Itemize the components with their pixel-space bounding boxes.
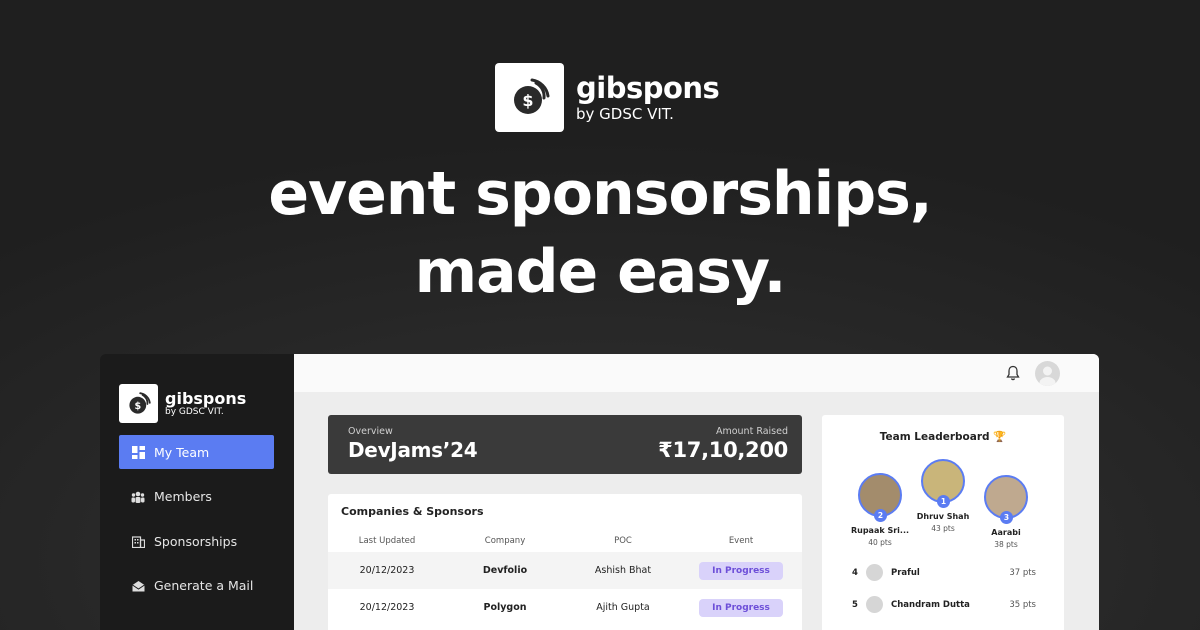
rank-badge: 1 — [937, 495, 950, 508]
rank-badge: 3 — [1000, 511, 1013, 524]
cell-company: Polygon — [483, 602, 527, 613]
top-bar — [294, 354, 1099, 392]
cell-date: 20/12/2023 — [359, 602, 415, 613]
companies-title: Companies & Sponsors — [341, 505, 484, 518]
app-window: $ gibspons by GDSC VIT. My Team Members — [100, 354, 1099, 630]
sidebar-brand-name: gibspons — [165, 388, 247, 408]
amount-raised-label: Amount Raised — [715, 426, 788, 437]
status-badge: In Progress — [699, 598, 783, 617]
podium-second[interactable]: 2 Rupaak Sri... 40 pts — [846, 473, 914, 547]
amount-raised-value: ₹17,10,200 — [658, 438, 788, 462]
podium-name: Aarabi — [991, 528, 1021, 537]
companies-table-card: Companies & Sponsors Last Updated Compan… — [328, 494, 802, 630]
main-content: Overview DevJams’24 Amount Raised ₹17,10… — [294, 354, 1099, 630]
avatar: 1 — [921, 459, 965, 508]
sidebar-item-sponsorships[interactable]: Sponsorships — [119, 524, 274, 558]
leaderboard-card: Team Leaderboard 🏆 2 Rupaak Sri... 40 pt… — [822, 415, 1064, 630]
leaderboard-row[interactable]: 4 Praful 37 pts — [852, 564, 1036, 581]
podium-first[interactable]: 1 Dhruv Shah 43 pts — [909, 459, 977, 533]
table-row[interactable]: 20/12/2023 Devfolio Ashish Bhat In Progr… — [328, 552, 802, 589]
hero-headline: event sponsorships, made easy. — [0, 155, 1200, 311]
rank-number: 5 — [852, 599, 858, 610]
member-name: Chandram Dutta — [891, 599, 970, 610]
avatar — [866, 564, 883, 581]
sidebar-item-label: Generate a Mail — [154, 578, 254, 593]
sidebar-item-label: Members — [154, 489, 212, 504]
column-header: Company — [484, 536, 526, 546]
bell-icon[interactable] — [1006, 365, 1020, 385]
member-points: 37 pts — [1009, 567, 1036, 578]
svg-text:$: $ — [134, 400, 141, 411]
member-points: 35 pts — [1009, 599, 1036, 610]
grid-icon — [131, 445, 145, 459]
brand-byline: by GDSC VIT. — [576, 104, 674, 123]
dollar-coin-icon: $ — [119, 384, 158, 423]
sidebar-brand-byline: by GDSC VIT. — [165, 406, 224, 417]
podium-points: 43 pts — [931, 524, 955, 533]
sidebar-brand: $ gibspons by GDSC VIT. — [119, 384, 294, 423]
column-header: Last Updated — [358, 536, 416, 546]
avatar[interactable] — [1035, 361, 1060, 386]
column-header: POC — [614, 536, 632, 546]
avatar: 2 — [858, 473, 902, 522]
brand-header: $ gibspons by GDSC VIT. — [495, 63, 720, 132]
member-name: Praful — [891, 567, 920, 578]
column-header: Event — [728, 536, 754, 546]
leaderboard-row[interactable]: 5 Chandram Dutta 35 pts — [852, 596, 1036, 613]
overview-card: Overview DevJams’24 Amount Raised ₹17,10… — [328, 415, 802, 474]
brand-name: gibspons — [576, 70, 720, 105]
rank-number: 4 — [852, 567, 858, 578]
table-header: Last Updated Company POC Event — [328, 530, 802, 552]
status-badge: In Progress — [699, 561, 783, 580]
hero-line-1: event sponsorships, — [268, 159, 932, 229]
sidebar: $ gibspons by GDSC VIT. My Team Members — [100, 354, 294, 630]
dollar-coin-icon: $ — [495, 63, 564, 132]
rank-badge: 2 — [874, 509, 887, 522]
mail-icon — [131, 579, 145, 593]
podium-name: Dhruv Shah — [916, 512, 970, 521]
avatar — [866, 596, 883, 613]
cell-company: Devfolio — [482, 565, 528, 576]
cell-date: 20/12/2023 — [359, 565, 415, 576]
sidebar-item-label: Sponsorships — [154, 533, 238, 549]
sidebar-item-label: My Team — [154, 444, 210, 460]
sidebar-item-my-team[interactable]: My Team — [119, 435, 274, 469]
svg-text:$: $ — [522, 91, 533, 110]
podium-points: 38 pts — [994, 540, 1018, 549]
podium-name: Rupaak Sri... — [850, 526, 910, 535]
sidebar-item-members[interactable]: Members — [119, 480, 274, 514]
hero-line-2: made easy. — [414, 237, 787, 307]
cell-poc: Ashish Bhat — [594, 565, 652, 576]
podium-third[interactable]: 3 Aarabi 38 pts — [972, 475, 1040, 549]
sidebar-item-generate-mail[interactable]: Generate a Mail — [119, 569, 274, 603]
building-icon — [131, 534, 145, 548]
avatar: 3 — [984, 475, 1028, 524]
podium-points: 40 pts — [868, 538, 892, 547]
people-icon — [131, 490, 145, 504]
cell-poc: Ajith Gupta — [596, 602, 650, 613]
leaderboard-title: Team Leaderboard 🏆 — [879, 431, 1007, 443]
table-row[interactable]: 20/12/2023 Polygon Ajith Gupta In Progre… — [328, 589, 802, 626]
